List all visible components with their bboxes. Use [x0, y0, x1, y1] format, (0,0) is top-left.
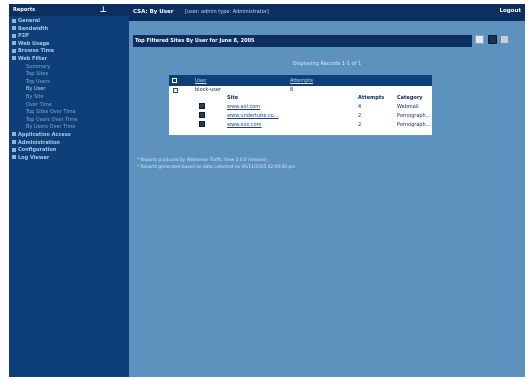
site-attempts: 2 [358, 113, 362, 119]
app-frame: Reports ⊥ General Bandwidth P2P Web Usag… [9, 4, 525, 377]
sidebar-item-label: Administration [18, 139, 60, 146]
report-note: * Reports produced by Websense Traffic V… [137, 158, 267, 163]
logout-link[interactable]: Logout [499, 8, 521, 14]
detail-header-site: Site [227, 95, 239, 101]
sidebar-item-by-user[interactable]: By User [9, 86, 129, 94]
sidebar-menu: General Bandwidth P2P Web Usage Browse T… [9, 16, 129, 162]
sidebar-item-label: By User [26, 86, 46, 93]
sidebar-item-label: Summary [26, 63, 51, 70]
email-icon[interactable] [500, 35, 510, 44]
site-category: Pornograph... [397, 122, 431, 128]
sidebar-item-label: Web Filter [18, 55, 48, 62]
sidebar-item-top-sites-over-time[interactable]: Top Sites Over Time [9, 109, 129, 117]
detail-header-category: Category [397, 95, 423, 101]
expand-icon [12, 33, 16, 38]
drilldown-icon[interactable] [199, 121, 205, 127]
sidebar-item-label: By Site [26, 93, 44, 100]
expand-icon [12, 18, 16, 23]
site-category: Pornograph... [397, 113, 431, 119]
breadcrumb: CSA: By User [133, 9, 174, 15]
sidebar-item-top-users[interactable]: Top Users [9, 79, 129, 87]
sidebar-item-p2p[interactable]: P2P [9, 33, 129, 41]
sidebar-item-label: Configuration [18, 147, 57, 154]
table-row: block-user 8 [169, 86, 432, 94]
sidebar-item-by-users-over-time[interactable]: By Users Over Time [9, 124, 129, 132]
sidebar-item-summary[interactable]: Summary [9, 64, 129, 72]
site-detail-table: Site Attempts Category www.aol.com 4 Web… [169, 94, 432, 135]
top-bar: CSA: By User [user: admin type: Administ… [129, 4, 525, 21]
sidebar-item-administration[interactable]: Administration [9, 140, 129, 148]
detail-row: www.aol.com 4 Webmail [169, 103, 432, 111]
select-all-checkbox[interactable] [172, 78, 177, 83]
sidebar: Reports ⊥ General Bandwidth P2P Web Usag… [9, 4, 129, 377]
sidebar-item-label: Bandwidth [18, 25, 49, 32]
sidebar-item-web-filter[interactable]: Web Filter [9, 56, 129, 64]
site-link[interactable]: www.undertube.co... [227, 113, 279, 119]
sidebar-item-label: P2P [18, 33, 29, 40]
column-header-attempts[interactable]: Attempts [290, 78, 313, 84]
sidebar-item-general[interactable]: General [9, 18, 129, 26]
sidebar-item-label: Top Sites [26, 71, 49, 78]
report-table: User Attempts block-user 8 Site Attempts… [169, 75, 432, 135]
sidebar-item-browse-time[interactable]: Browse Time [9, 48, 129, 56]
sidebar-item-web-usage[interactable]: Web Usage [9, 41, 129, 49]
detail-header-attempts: Attempts [358, 95, 385, 101]
sidebar-item-over-time[interactable]: Over Time [9, 102, 129, 110]
report-toolbar [475, 35, 511, 47]
pin-icon[interactable]: ⊥ [100, 5, 107, 14]
print-icon[interactable] [475, 35, 484, 44]
main-content: Top Filtered Sites By User for June 8, 2… [129, 21, 525, 377]
drilldown-icon[interactable] [199, 112, 205, 118]
expand-icon [12, 155, 16, 160]
sidebar-item-top-sites[interactable]: Top Sites [9, 71, 129, 79]
expand-icon [12, 132, 16, 137]
expand-icon [12, 140, 16, 144]
site-category: Webmail [397, 104, 419, 110]
user-name: block-user [195, 87, 221, 93]
sidebar-item-bandwidth[interactable]: Bandwidth [9, 26, 129, 34]
report-title: Top Filtered Sites By User for June 8, 2… [133, 35, 472, 47]
expand-icon [12, 48, 16, 53]
sidebar-item-label: Browse Time [18, 48, 55, 55]
site-link[interactable]: www.aol.com [227, 104, 260, 110]
column-header-user[interactable]: User [195, 78, 206, 84]
expand-icon [12, 26, 16, 31]
user-info: [user: admin type: Administrator] [185, 9, 269, 15]
detail-row: www.xxx.com 2 Pornograph... [169, 121, 432, 129]
user-attempts: 8 [290, 87, 294, 93]
site-attempts: 2 [358, 122, 362, 128]
expand-icon [12, 41, 16, 46]
collapse-toggle-icon[interactable] [173, 87, 178, 93]
table-header: User Attempts [169, 75, 432, 86]
report-notes: * Reports produced by Websense Traffic V… [137, 157, 295, 171]
drilldown-icon[interactable] [199, 103, 205, 109]
sidebar-item-application-access[interactable]: Application Access [9, 132, 129, 140]
sidebar-item-label: Web Usage [18, 40, 50, 47]
sidebar-item-configuration[interactable]: Configuration [9, 147, 129, 155]
sidebar-title: Reports [13, 7, 36, 13]
sidebar-item-log-viewer[interactable]: Log Viewer [9, 155, 129, 163]
sidebar-item-by-site[interactable]: By Site [9, 94, 129, 102]
save-icon[interactable] [487, 35, 497, 44]
site-attempts: 4 [358, 104, 362, 110]
sidebar-item-top-users-over-time[interactable]: Top Users Over Time [9, 117, 129, 125]
sidebar-item-label: By Users Over Time [26, 124, 76, 131]
site-link[interactable]: www.xxx.com [227, 122, 262, 128]
record-count: Displaying Records 1-1 of 1 [292, 61, 362, 67]
sidebar-item-label: Log Viewer [18, 154, 50, 161]
sidebar-item-label: General [18, 18, 40, 24]
sidebar-item-label: Top Sites Over Time [26, 109, 76, 116]
sidebar-header: Reports ⊥ [9, 4, 129, 16]
report-note: * Reports generated based on data collec… [137, 165, 296, 170]
sidebar-item-label: Over Time [26, 101, 52, 108]
sidebar-item-label: Top Users [26, 78, 51, 85]
sidebar-item-label: Application Access [18, 131, 71, 138]
collapse-icon [12, 56, 16, 61]
sidebar-item-label: Top Users Over Time [26, 116, 78, 123]
detail-row: www.undertube.co... 2 Pornograph... [169, 112, 432, 120]
expand-icon [12, 147, 16, 152]
